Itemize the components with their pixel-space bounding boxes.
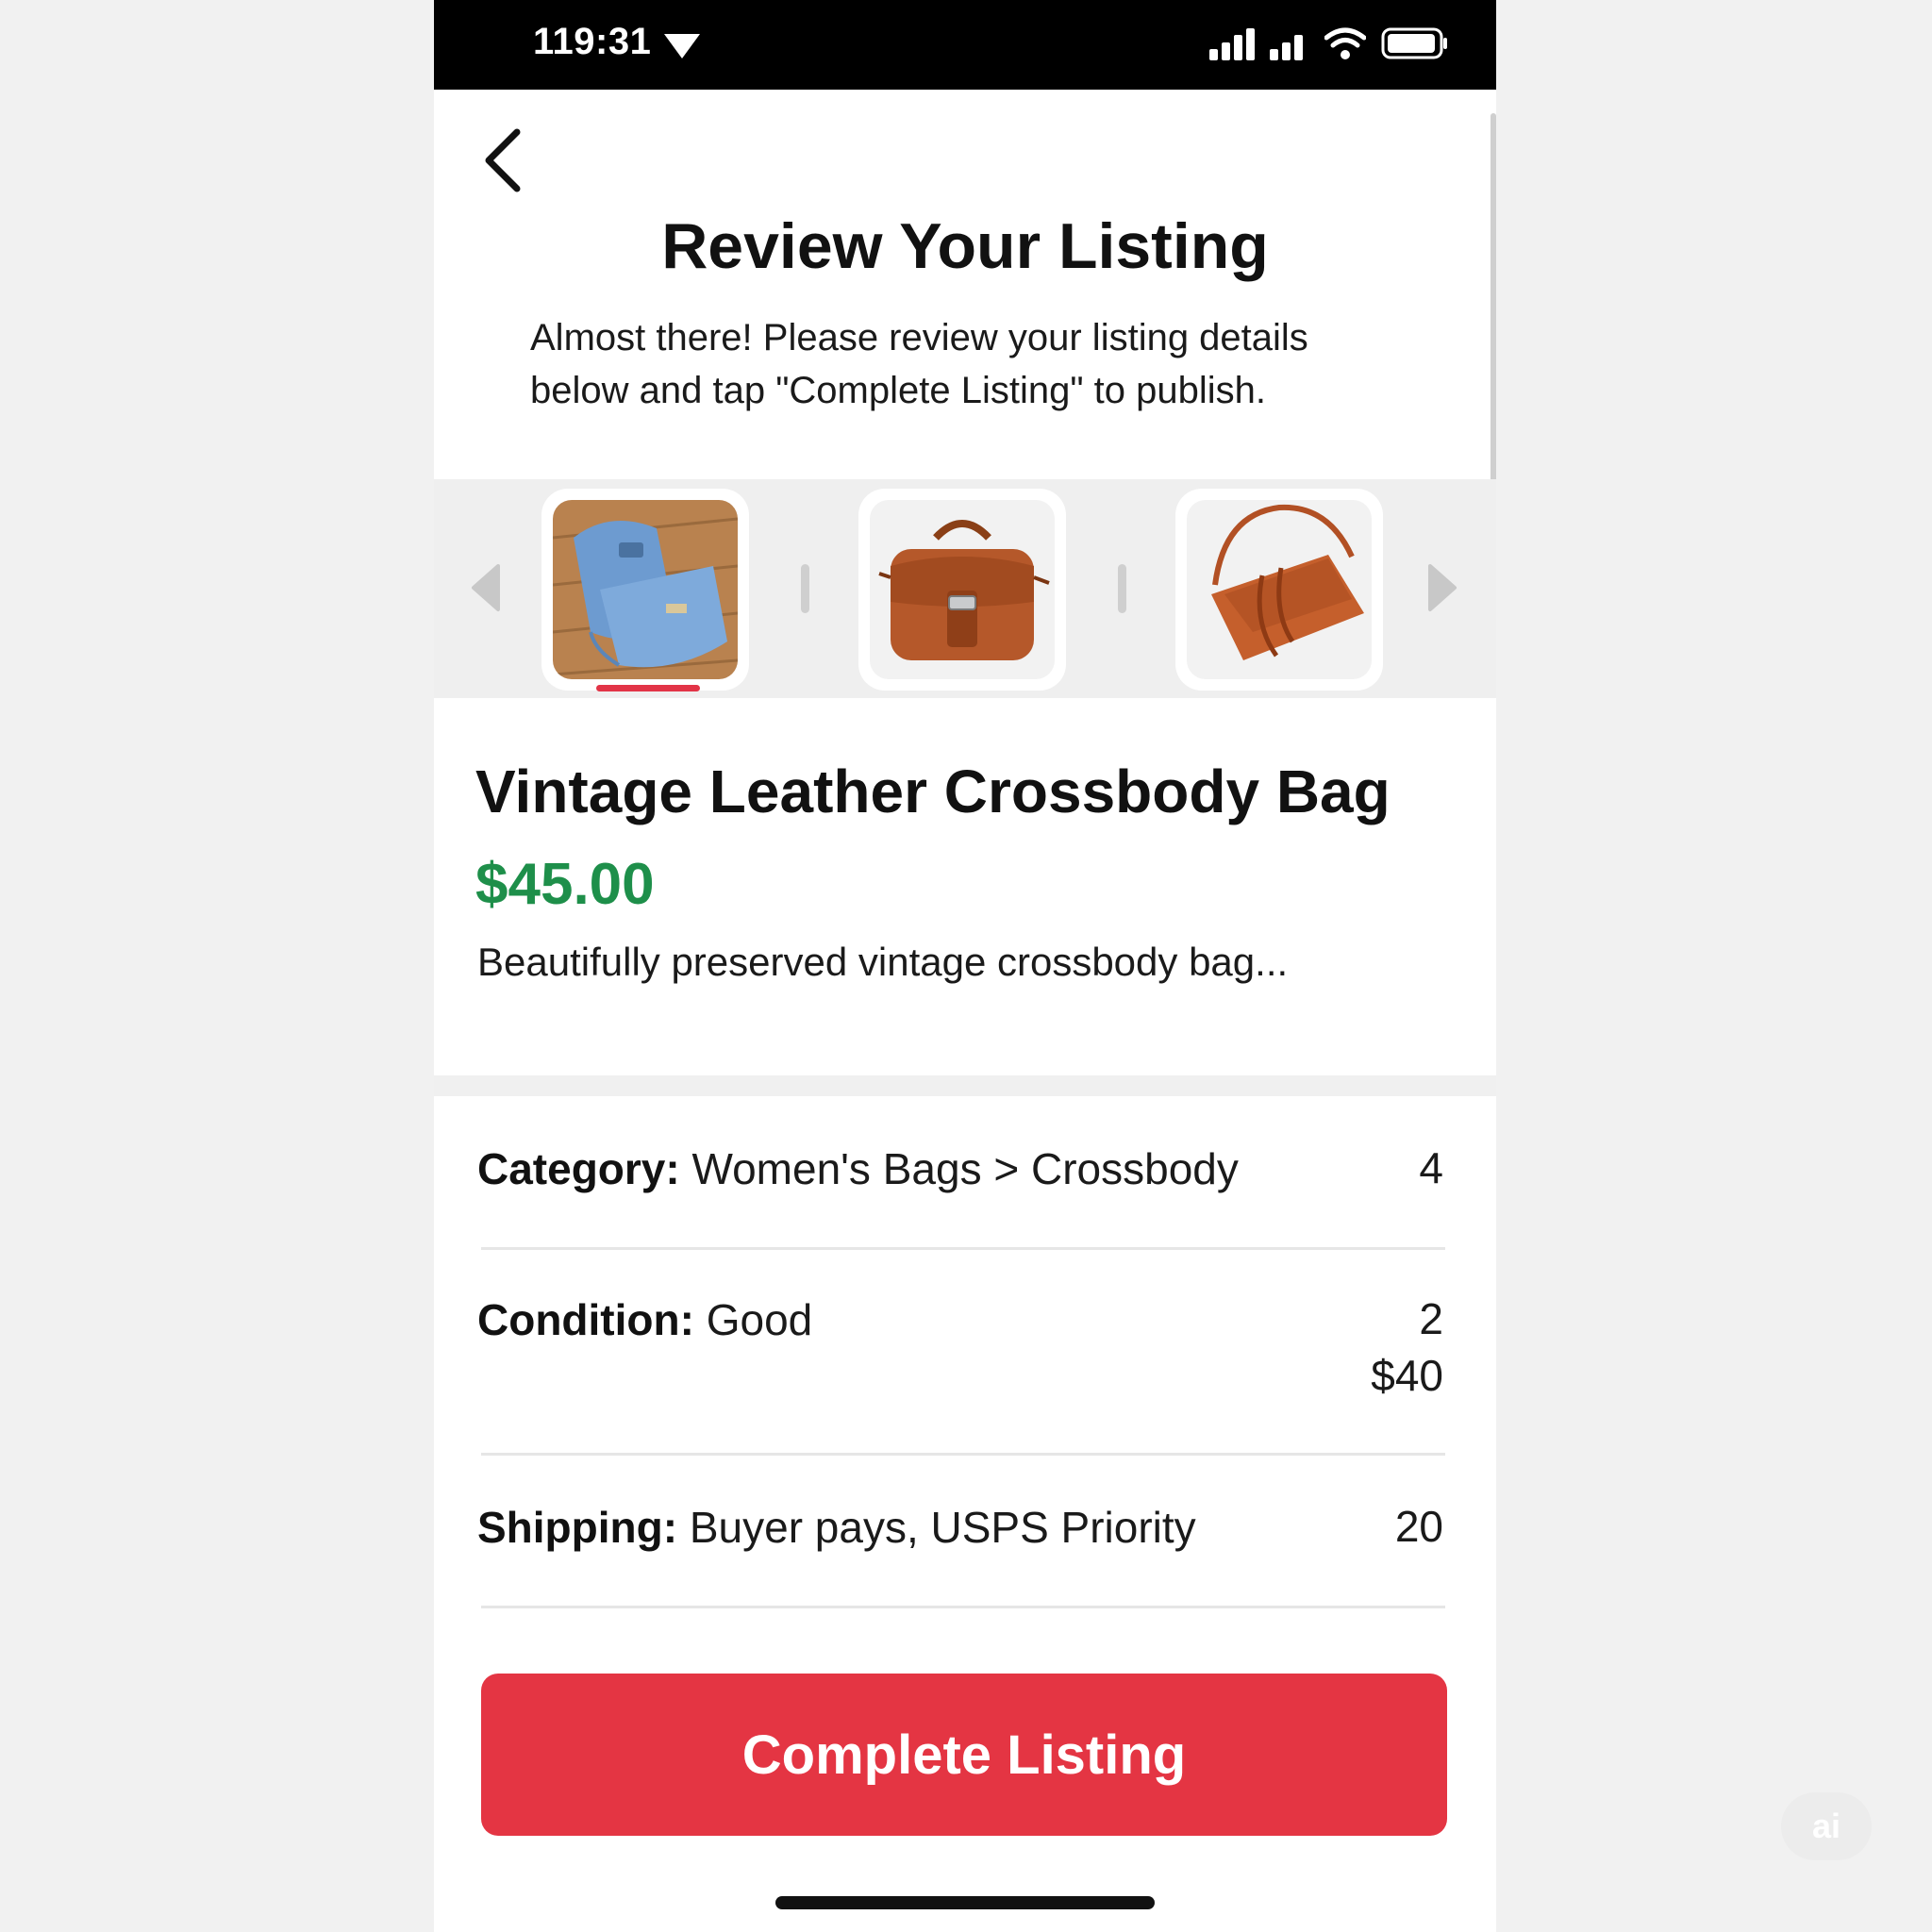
page-title: Review Your Listing (661, 210, 1269, 282)
status-bar: 119:31 (434, 0, 1496, 90)
denim-backpack-photo (553, 500, 738, 679)
status-time: 119:31 (533, 21, 652, 62)
divider (481, 1606, 1445, 1608)
home-indicator[interactable] (775, 1896, 1155, 1909)
condition-value: Good (706, 1295, 813, 1344)
carousel-left-arrow-icon[interactable] (470, 562, 504, 613)
page-subtitle: Almost there! Please review your listing… (530, 311, 1436, 417)
wifi-icon (1324, 27, 1366, 59)
divider (481, 1247, 1445, 1250)
photo-thumbnail-3[interactable] (1175, 489, 1383, 691)
photo-carousel[interactable] (434, 479, 1496, 698)
subtitle-line-2: below and tap "Complete Listing" to publ… (530, 370, 1266, 411)
carousel-right-arrow-icon[interactable] (1424, 562, 1458, 613)
complete-listing-button[interactable]: Complete Listing (481, 1674, 1447, 1836)
product-price: $45.00 (475, 852, 655, 917)
category-value: Women's Bags > Crossbody (691, 1144, 1239, 1193)
divider (481, 1453, 1445, 1456)
ai-watermark: ai (1781, 1792, 1872, 1860)
condition-label: Condition: (477, 1295, 694, 1344)
detail-row-condition[interactable]: Condition: Good 2 $40 (477, 1294, 1443, 1400)
phone-screen: 119:31 Review Your Listing Almost there!… (434, 0, 1496, 1932)
category-count: 4 (1419, 1143, 1443, 1192)
cellular-signal-secondary-icon (1270, 35, 1303, 60)
condition-amount: $40 (1371, 1351, 1443, 1400)
carousel-divider (801, 564, 809, 613)
location-arrow-icon (664, 34, 700, 58)
subtitle-line-1: Almost there! Please review your listing… (530, 317, 1308, 358)
carousel-divider (1118, 564, 1126, 613)
detail-row-category[interactable]: Category: Women's Bags > Crossbody 4 (477, 1143, 1443, 1194)
category-label: Category: (477, 1144, 680, 1193)
product-description: Beautifully preserved vintage crossbody … (477, 940, 1289, 984)
photo-thumbnail-2[interactable] (858, 489, 1066, 691)
product-title: Vintage Leather Crossbody Bag (475, 758, 1391, 825)
shipping-count: 20 (1394, 1502, 1443, 1551)
battery-icon (1381, 27, 1447, 59)
brown-crossbody-photo (1187, 500, 1372, 679)
condition-right-values: 2 $40 (1371, 1291, 1443, 1404)
condition-count: 2 (1419, 1294, 1443, 1343)
cellular-signal-icon (1209, 28, 1255, 60)
selected-photo-indicator (596, 685, 700, 691)
back-chevron-icon[interactable] (475, 123, 536, 198)
shipping-label: Shipping: (477, 1503, 678, 1552)
section-separator (434, 1075, 1496, 1096)
brown-satchel-photo (870, 500, 1055, 679)
shipping-value: Buyer pays, USPS Priority (689, 1503, 1196, 1552)
photo-thumbnail-1[interactable] (541, 489, 749, 691)
detail-row-shipping[interactable]: Shipping: Buyer pays, USPS Priority 20 (477, 1502, 1443, 1553)
